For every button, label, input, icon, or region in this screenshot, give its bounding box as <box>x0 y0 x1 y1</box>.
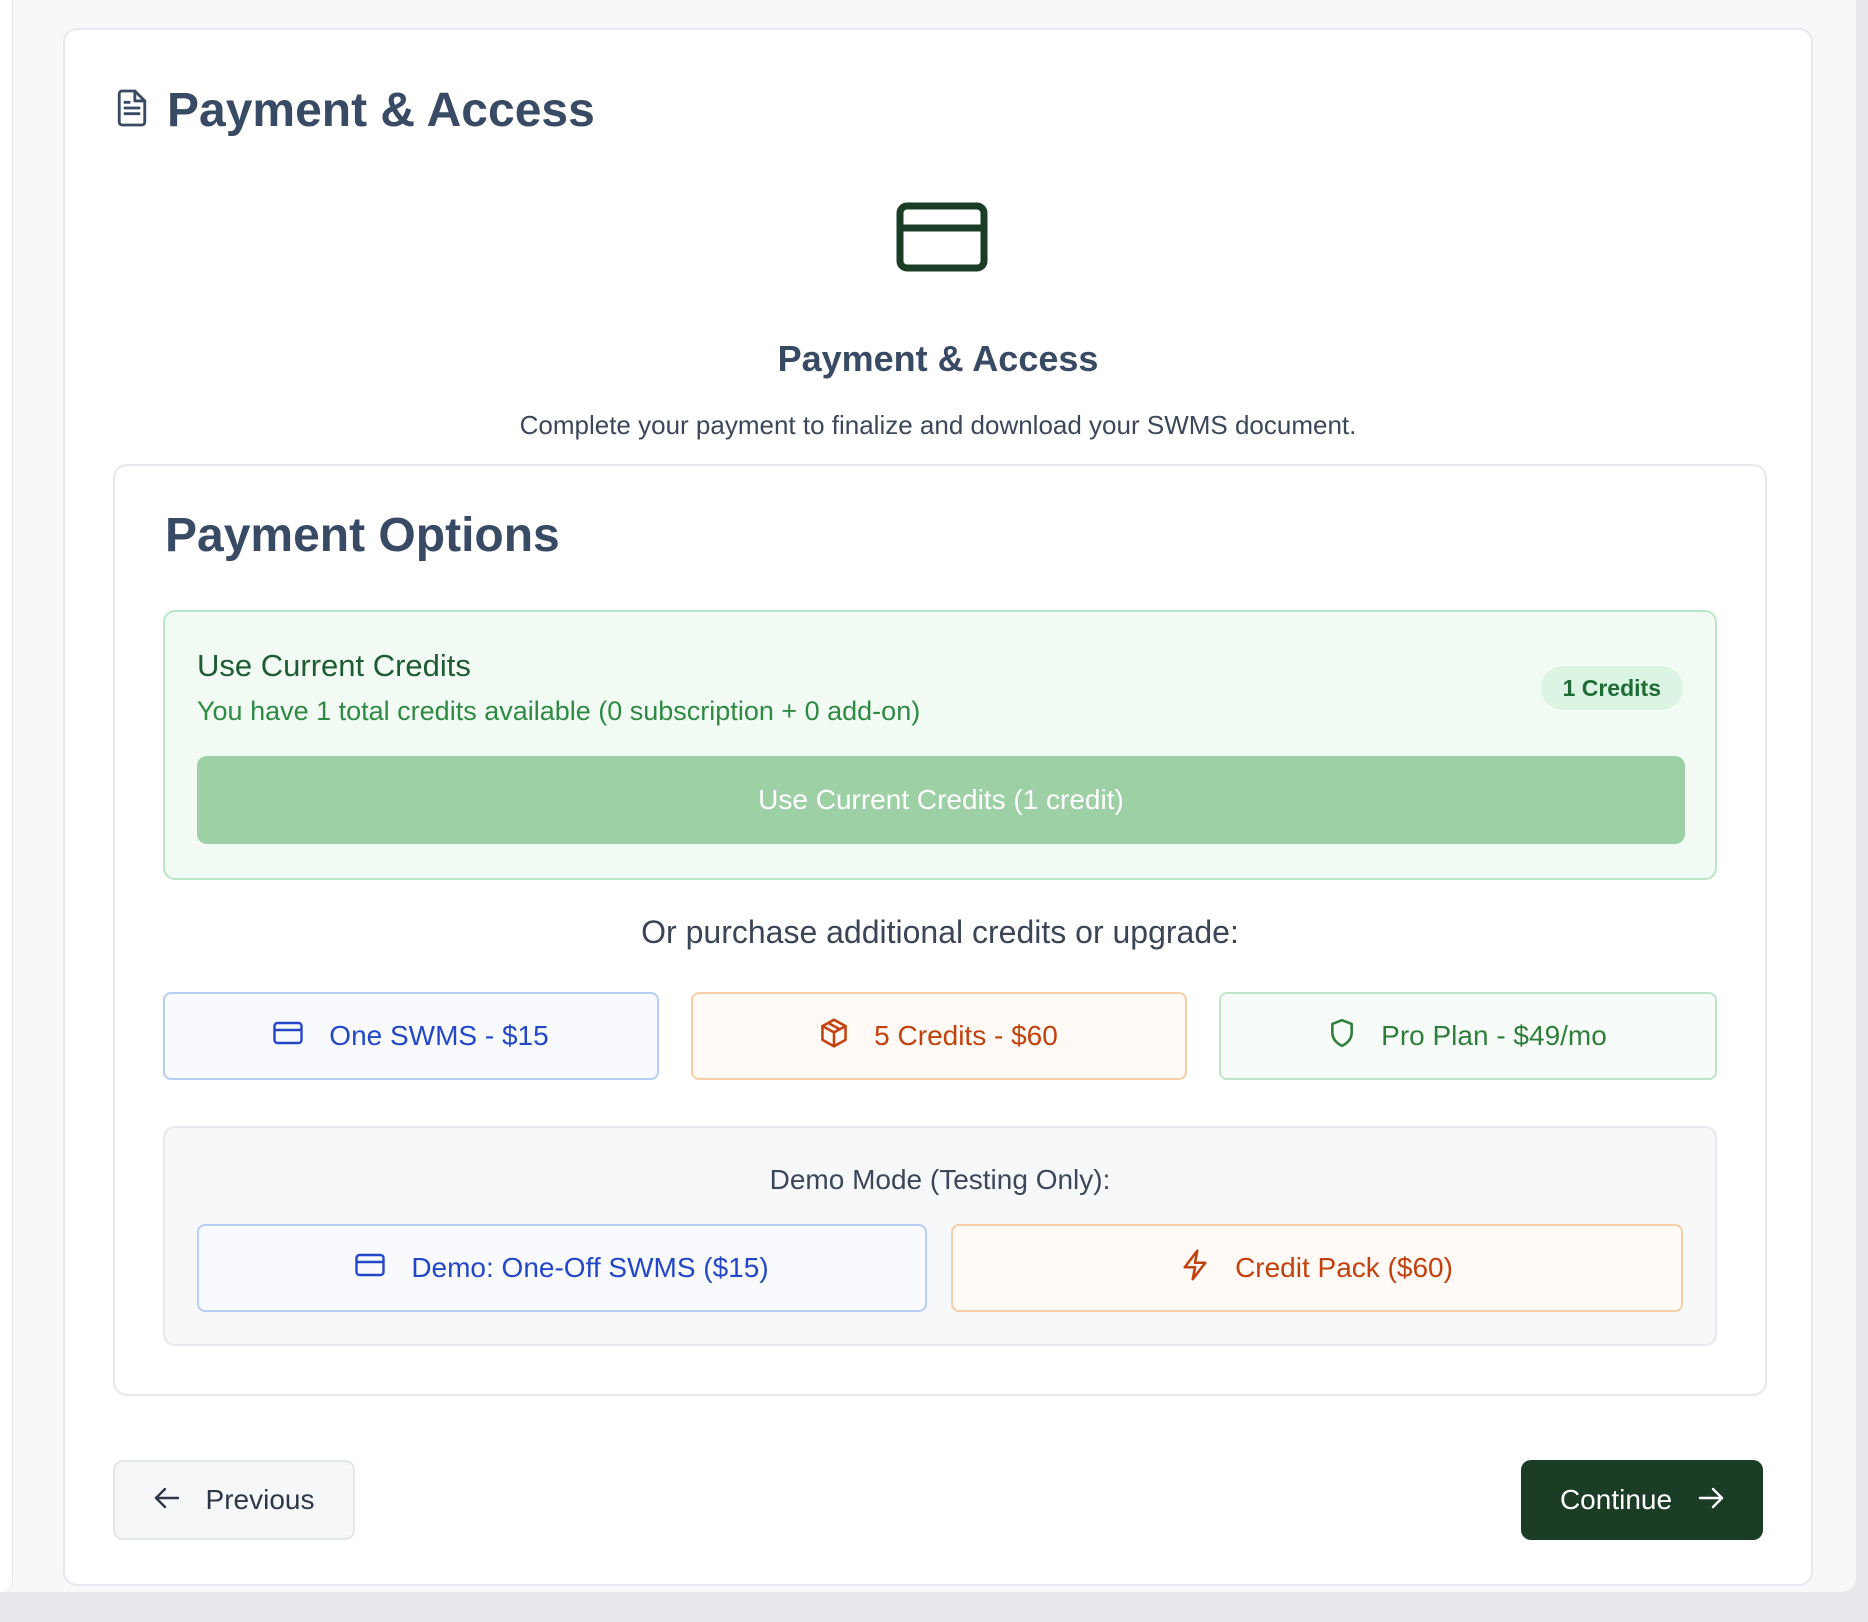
continue-button[interactable]: Continue <box>1521 1460 1763 1540</box>
credit-card-icon <box>894 190 990 286</box>
demo-one-off-button[interactable]: Demo: One-Off SWMS ($15) <box>197 1224 927 1312</box>
section-subtitle: Complete your payment to finalize and do… <box>519 410 1357 440</box>
previous-label: Previous <box>205 1484 315 1515</box>
lightning-icon <box>1181 1248 1209 1288</box>
package-icon <box>820 1017 848 1055</box>
credit-card-icon <box>355 1252 386 1284</box>
one-swms-button[interactable]: One SWMS - $15 <box>163 992 659 1080</box>
demo-mode-label: Demo Mode (Testing Only): <box>769 1164 1111 1195</box>
pro-plan-button[interactable]: Pro Plan - $49/mo <box>1219 992 1717 1080</box>
previous-button[interactable]: Previous <box>113 1460 355 1540</box>
pro-plan-label: Pro Plan - $49/mo <box>1381 1020 1607 1051</box>
credit-card-icon <box>273 1020 303 1052</box>
page-title: Payment & Access <box>167 83 595 137</box>
page-background: Payment & Access Payment & Access Comple… <box>0 0 1856 1592</box>
demo-mode-box: Demo Mode (Testing Only): Demo: One-Off … <box>163 1126 1717 1346</box>
left-sidebar-edge <box>0 0 13 1592</box>
credits-title: Use Current Credits <box>197 648 471 683</box>
arrow-left-icon <box>154 1484 180 1516</box>
document-icon <box>115 88 149 133</box>
credits-description: You have 1 total credits available (0 su… <box>197 696 921 726</box>
continue-label: Continue <box>1559 1484 1673 1515</box>
use-current-credits-button[interactable]: Use Current Credits (1 credit) <box>197 756 1685 844</box>
credits-badge: 1 Credits <box>1540 666 1683 710</box>
credit-pack-button[interactable]: Credit Pack ($60) <box>951 1224 1683 1312</box>
payment-options-panel: Payment Options Use Current Credits You … <box>113 464 1767 1396</box>
payment-options-title: Payment Options <box>165 509 560 562</box>
five-credits-button[interactable]: 5 Credits - $60 <box>691 992 1187 1080</box>
credit-pack-label: Credit Pack ($60) <box>1235 1252 1453 1283</box>
five-credits-label: 5 Credits - $60 <box>874 1020 1058 1051</box>
one-swms-label: One SWMS - $15 <box>329 1020 549 1051</box>
payment-card: Payment & Access Payment & Access Comple… <box>63 28 1813 1586</box>
section-title: Payment & Access <box>777 338 1099 379</box>
current-credits-box: Use Current Credits You have 1 total cre… <box>163 610 1717 880</box>
card-header: Payment & Access <box>115 70 595 150</box>
demo-one-off-label: Demo: One-Off SWMS ($15) <box>411 1252 769 1283</box>
arrow-right-icon <box>1698 1484 1724 1516</box>
shield-icon <box>1329 1018 1355 1055</box>
purchase-prompt: Or purchase additional credits or upgrad… <box>641 914 1239 950</box>
